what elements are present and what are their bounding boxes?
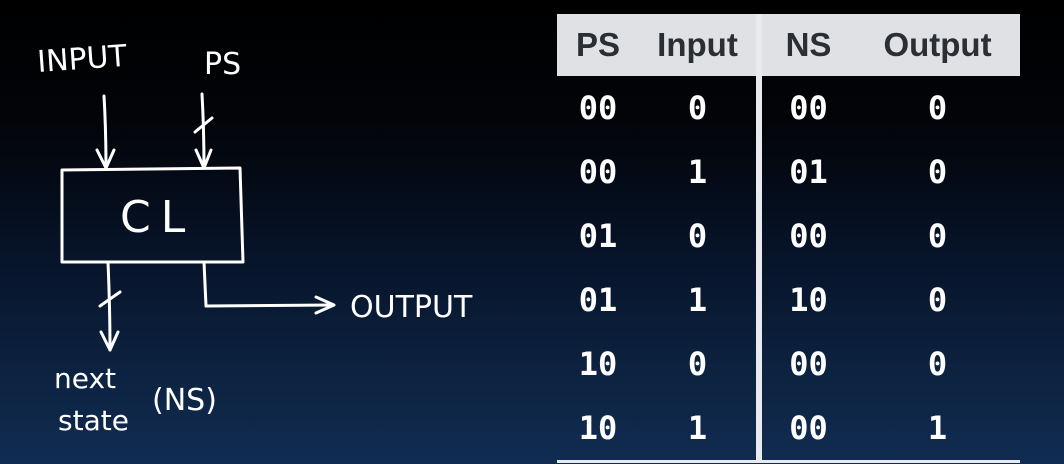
cell-output: 1 <box>855 396 1020 463</box>
cell-input: 0 <box>687 89 708 127</box>
output-arrow <box>202 260 336 315</box>
cell-ns: 00 <box>756 332 855 396</box>
table-row: 01 0 00 0 <box>557 204 1020 268</box>
cell-output: 0 <box>927 153 948 191</box>
table-row: 00 1 01 0 <box>557 140 1020 204</box>
cell-input: 1 <box>687 281 708 319</box>
cell-ps: 10 <box>578 345 618 383</box>
table-header-row: PS Input NS Output <box>557 14 1020 76</box>
next-state-arrow <box>98 260 122 352</box>
cell-ns: 00 <box>756 396 855 463</box>
cell-ns: 10 <box>756 268 855 332</box>
cell-input: 0 <box>687 217 708 255</box>
cell-ns: 00 <box>756 204 855 268</box>
cell-input: 0 <box>687 345 708 383</box>
state-machine-diagram: INPUT PS CL OUTPUT next state (NS) <box>36 39 473 437</box>
output-label: OUTPUT <box>350 290 473 325</box>
ps-arrow <box>193 92 214 170</box>
table-row: 10 1 00 1 <box>557 396 1020 463</box>
cell-ps: 10 <box>557 396 639 463</box>
cell-ps: 00 <box>578 153 618 191</box>
header-ns: NS <box>756 14 855 76</box>
cell-ps: 01 <box>578 281 618 319</box>
cell-ps: 01 <box>578 217 618 255</box>
cl-label: CL <box>120 192 195 243</box>
cell-output: 0 <box>927 345 948 383</box>
cell-output: 0 <box>927 281 948 319</box>
state-transition-table: PS Input NS Output 00 0 00 0 00 1 01 0 0… <box>557 14 1020 463</box>
cell-output: 0 <box>927 89 948 127</box>
cell-ns: 00 <box>756 76 855 140</box>
ns-label: (NS) <box>152 383 217 418</box>
header-input: Input <box>639 14 759 76</box>
cell-ns: 01 <box>756 140 855 204</box>
table-row: 01 1 10 0 <box>557 268 1020 332</box>
cell-input: 1 <box>639 396 759 463</box>
header-ps: PS <box>557 14 639 76</box>
input-label: INPUT <box>36 39 129 80</box>
table-row: 00 0 00 0 <box>557 76 1020 140</box>
cell-output: 0 <box>927 217 948 255</box>
next-label: next <box>54 362 116 395</box>
ps-label: PS <box>204 47 241 82</box>
input-arrow <box>95 94 116 170</box>
cell-ps: 00 <box>578 89 618 127</box>
cell-input: 1 <box>687 153 708 191</box>
table-row: 10 0 00 0 <box>557 332 1020 396</box>
header-output: Output <box>855 14 1020 76</box>
state-label: state <box>58 404 129 437</box>
